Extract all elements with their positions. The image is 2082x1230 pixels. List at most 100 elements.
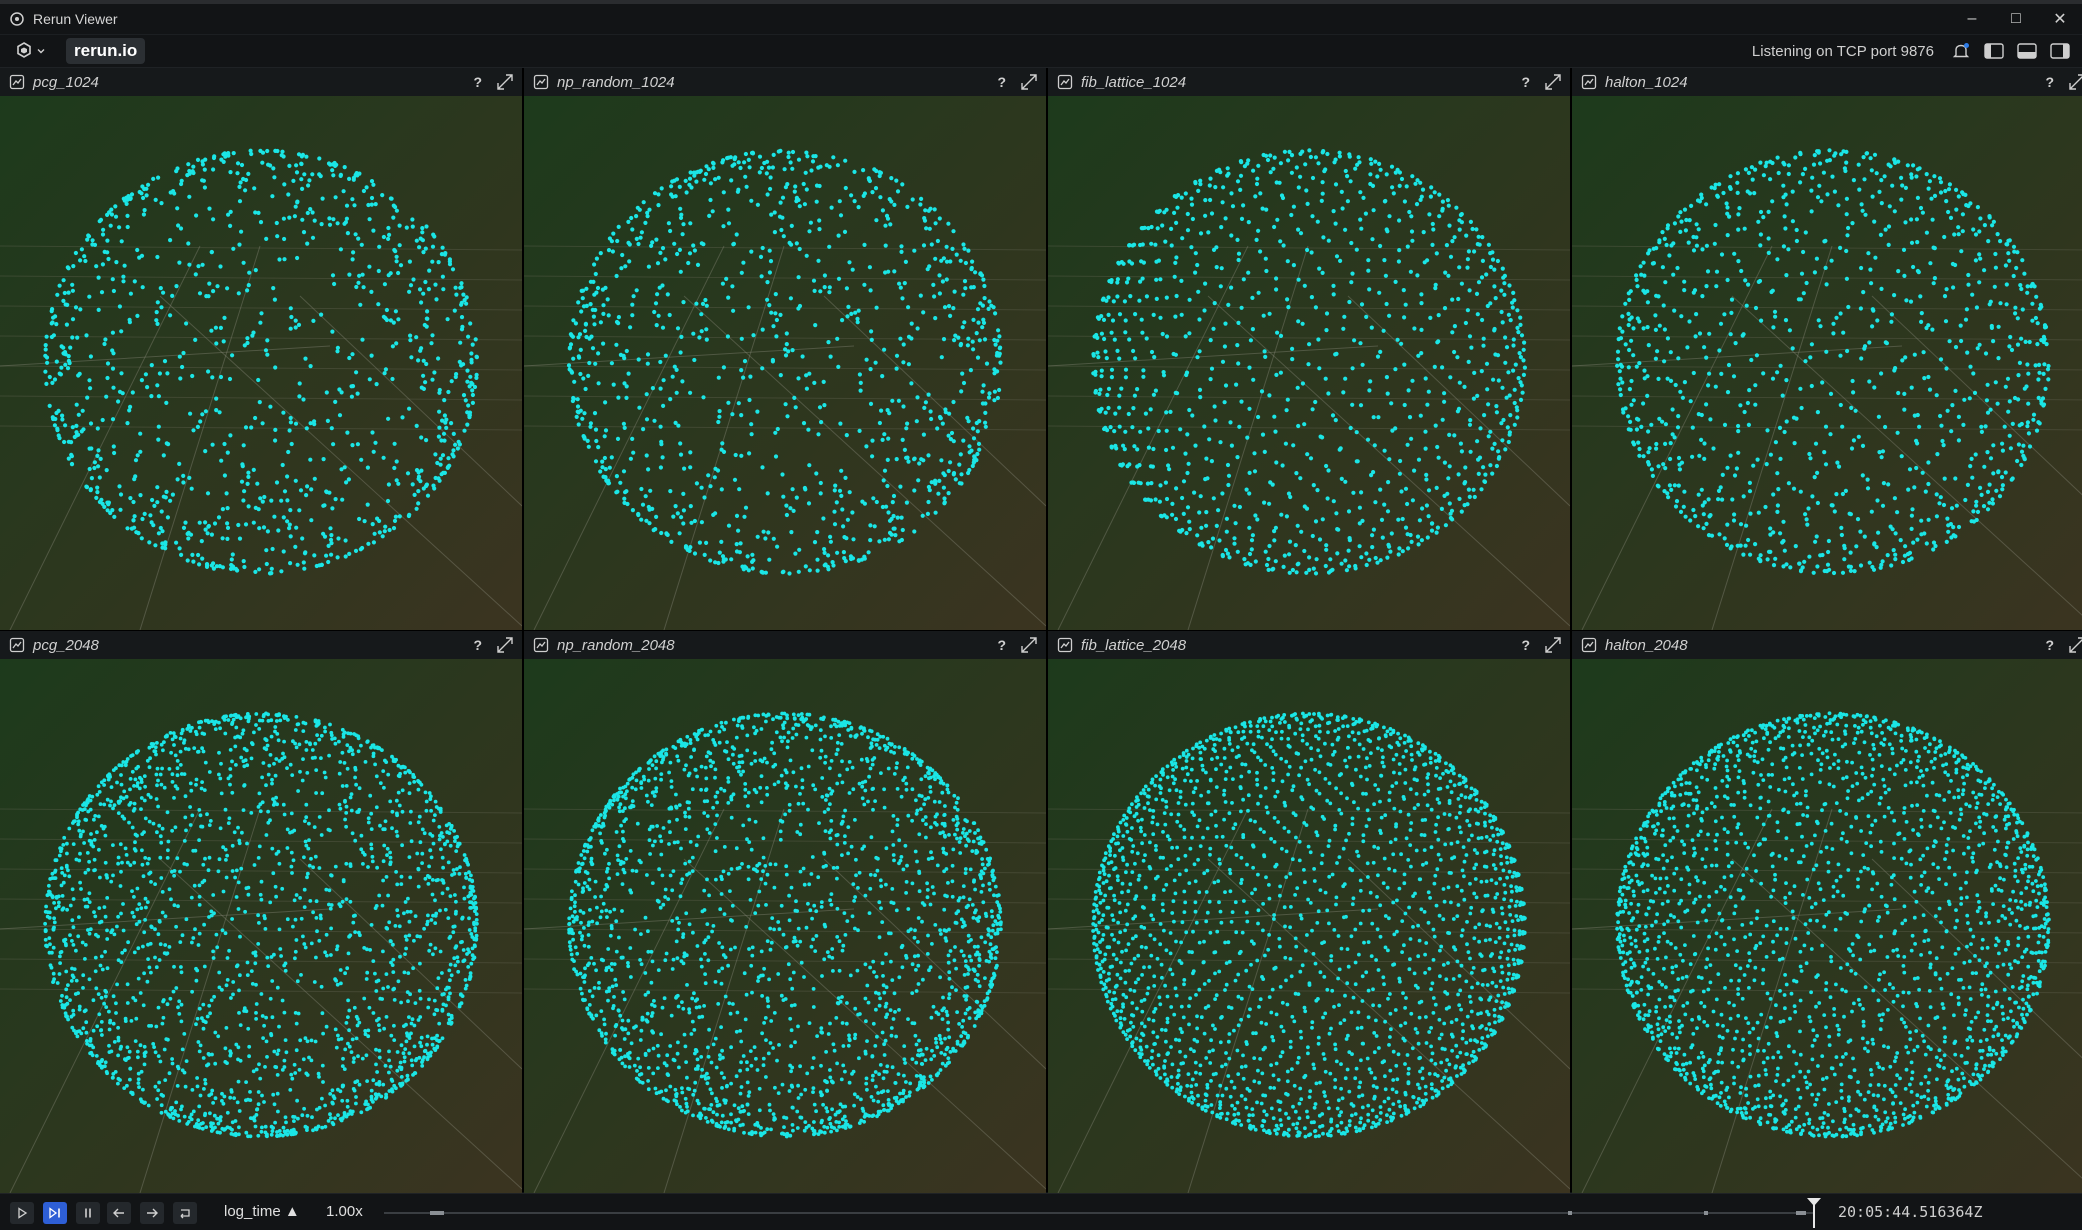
data-point	[76, 412, 81, 417]
bottom-panel-toggle[interactable]	[2016, 40, 2038, 62]
left-panel-toggle[interactable]	[1983, 40, 2005, 62]
point-cloud-canvas[interactable]	[524, 96, 1046, 630]
data-point	[1331, 209, 1336, 214]
data-point	[902, 447, 907, 452]
data-point	[1223, 321, 1228, 326]
data-point	[1626, 291, 1631, 296]
data-point	[94, 264, 99, 269]
point-cloud-canvas[interactable]	[0, 96, 522, 630]
brand-button[interactable]: rerun.io	[66, 38, 146, 64]
data-point	[1910, 507, 1915, 512]
data-point	[169, 1106, 174, 1110]
close-button[interactable]: ✕	[2038, 4, 2082, 34]
view-tab[interactable]: fib_lattice_1024?	[1048, 68, 1570, 96]
space-view[interactable]: np_random_1024?	[524, 68, 1046, 630]
data-point	[1928, 261, 1933, 266]
data-point	[404, 225, 409, 230]
data-point	[1425, 535, 1430, 540]
data-point	[830, 560, 835, 565]
data-point	[1467, 288, 1472, 293]
data-point	[131, 499, 136, 505]
data-point	[916, 478, 921, 483]
help-button[interactable]: ?	[1521, 68, 1530, 96]
data-point	[670, 374, 675, 379]
data-point	[1185, 211, 1190, 217]
data-point	[438, 462, 443, 467]
maximize-icon[interactable]	[496, 73, 514, 91]
data-point	[60, 894, 65, 898]
data-point	[869, 329, 874, 334]
data-point	[215, 284, 220, 289]
data-point	[1437, 214, 1442, 219]
data-point	[474, 372, 479, 377]
data-point	[283, 1115, 288, 1120]
view-tab[interactable]: pcg_1024?	[0, 68, 522, 96]
maximize-button[interactable]: □	[1994, 4, 2038, 34]
data-point	[319, 222, 324, 227]
space-view[interactable]: fib_lattice_1024?	[1048, 68, 1570, 630]
maximize-icon[interactable]	[496, 636, 514, 654]
view-tab[interactable]: pcg_2048?	[0, 631, 522, 659]
data-point	[1812, 475, 1817, 480]
data-point	[1977, 280, 1982, 285]
point-cloud-canvas[interactable]	[0, 659, 522, 1193]
data-point	[773, 292, 778, 297]
data-point	[588, 421, 593, 426]
data-point	[1104, 356, 1109, 361]
maximize-icon[interactable]	[1544, 73, 1562, 91]
data-point	[1247, 470, 1252, 475]
data-point	[1399, 176, 1405, 182]
maximize-icon[interactable]	[2068, 73, 2082, 91]
data-point	[1629, 338, 1634, 343]
data-point	[2000, 487, 2005, 492]
data-point	[1170, 501, 1175, 506]
data-point	[975, 429, 980, 434]
data-point	[354, 284, 359, 290]
data-point	[1318, 434, 1323, 439]
data-point	[1892, 293, 1897, 298]
help-button[interactable]: ?	[997, 68, 1006, 96]
data-point	[828, 354, 833, 359]
data-point	[1187, 297, 1192, 302]
maximize-icon[interactable]	[1020, 73, 1038, 91]
help-button[interactable]: ?	[473, 68, 482, 96]
data-point	[1141, 368, 1146, 373]
data-point	[45, 360, 50, 365]
space-view[interactable]: pcg_1024?	[0, 68, 522, 630]
notifications-button[interactable]	[1950, 40, 1972, 62]
data-point	[883, 243, 888, 248]
data-point	[421, 373, 426, 378]
data-point	[408, 821, 413, 825]
data-point	[295, 562, 300, 567]
app-menu-button[interactable]	[14, 39, 48, 63]
view-tab[interactable]: np_random_1024?	[524, 68, 1046, 96]
space-view[interactable]: pcg_2048?	[0, 631, 522, 1193]
data-point	[1230, 204, 1236, 209]
data-point	[354, 782, 358, 787]
data-point	[170, 492, 175, 497]
data-point	[100, 262, 105, 267]
help-button[interactable]: ?	[473, 631, 482, 659]
data-point	[218, 325, 223, 330]
data-point	[1984, 398, 1989, 403]
data-point	[94, 986, 99, 991]
data-point	[135, 313, 140, 318]
data-point	[215, 945, 220, 950]
data-point	[1375, 354, 1381, 359]
data-point	[819, 420, 824, 425]
data-point	[369, 195, 375, 201]
minimize-button[interactable]: –	[1950, 4, 1994, 34]
data-point	[1641, 288, 1646, 293]
right-panel-toggle[interactable]	[2049, 40, 2071, 62]
point-cloud-canvas[interactable]	[1572, 96, 2082, 630]
help-button[interactable]: ?	[2045, 68, 2054, 96]
data-point	[1725, 390, 1731, 395]
data-point	[246, 474, 251, 479]
space-view[interactable]: halton_1024?	[1572, 68, 2082, 630]
point-cloud-canvas[interactable]	[1048, 96, 1570, 630]
data-point	[572, 379, 577, 384]
data-point	[288, 561, 293, 566]
view-tab[interactable]: halton_1024?	[1572, 68, 2082, 96]
data-point	[203, 449, 208, 454]
data-point	[1627, 347, 1632, 353]
